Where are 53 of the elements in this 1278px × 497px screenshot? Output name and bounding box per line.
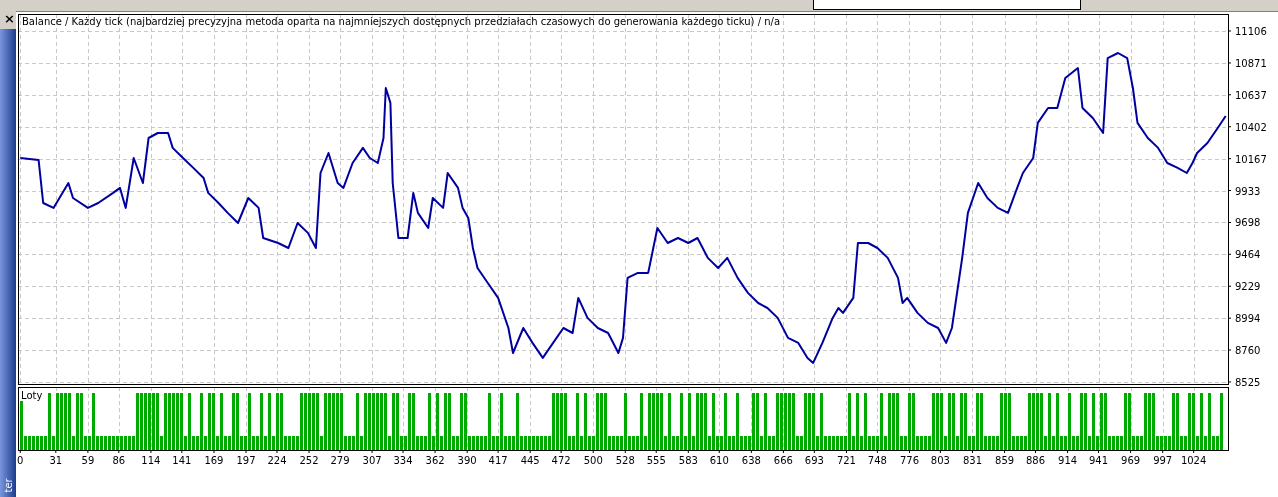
y-axis-label: 9464	[1235, 249, 1261, 261]
y-axis-label: 10871	[1235, 57, 1267, 69]
x-axis-label: 666	[773, 455, 793, 466]
lots-title: Loty	[21, 390, 43, 401]
y-axis-label: 10637	[1235, 89, 1267, 101]
x-axis-label: 500	[583, 455, 603, 466]
x-axis-label: 831	[962, 455, 983, 466]
x-axis-label: 114	[141, 455, 161, 466]
x-axis-label: 362	[425, 455, 445, 466]
y-axis-label: 9698	[1235, 217, 1261, 229]
x-axis-label: 141	[172, 455, 192, 466]
x-axis-label: 721	[836, 455, 856, 466]
x-axis-label: 528	[615, 455, 635, 466]
x-axis-label: 555	[646, 455, 666, 466]
y-axis-label: 8525	[1235, 376, 1261, 388]
x-axis-label: 307	[362, 455, 382, 466]
y-axis-label: 10167	[1235, 153, 1267, 165]
x-axis-label: 610	[709, 455, 729, 466]
x-axis-label: 776	[899, 455, 919, 466]
x-axis-label: 334	[393, 455, 413, 466]
x-axis-label: 969	[1121, 455, 1141, 466]
x-axis-label: 583	[678, 455, 698, 466]
y-axis-label: 8994	[1235, 313, 1261, 325]
x-axis-label: 252	[299, 455, 319, 466]
y-axis-label: 9933	[1235, 185, 1261, 197]
x-axis-label: 224	[267, 455, 287, 466]
x-axis-label: 941	[1088, 455, 1109, 466]
x-axis-label: 197	[236, 455, 256, 466]
x-axis-label: 638	[741, 455, 761, 466]
y-axis-label: 10402	[1235, 121, 1267, 133]
x-axis-label: 31	[49, 455, 63, 466]
x-axis-label: 472	[551, 455, 571, 466]
chart-title: Balance / Każdy tick (najbardziej precyzyjna metoda oparta na najmniejszych dostępnych przedziałach czasowych do generowania każdego ticku) / n/a	[22, 16, 781, 27]
x-axis-label: 859	[995, 455, 1015, 466]
x-axis-label: 0	[17, 455, 24, 466]
y-axis-label: 9229	[1235, 281, 1261, 293]
x-axis-label: 914	[1058, 455, 1078, 466]
x-axis-label: 445	[520, 455, 540, 466]
x-axis-label: 997	[1153, 455, 1173, 466]
x-axis-label: 59	[81, 455, 95, 466]
side-panel-label: ter	[1, 478, 15, 493]
x-axis-label: 86	[112, 455, 126, 466]
x-axis-label: 417	[488, 455, 508, 466]
x-axis-label: 390	[457, 455, 477, 466]
x-axis-label: 886	[1025, 455, 1046, 466]
x-axis-label: 279	[330, 455, 350, 466]
x-axis-label: 803	[930, 455, 950, 466]
x-axis-label: 1024	[1180, 455, 1207, 466]
x-axis-label: 169	[204, 455, 224, 466]
y-axis-label: 8760	[1235, 345, 1261, 356]
x-axis-label: 693	[804, 455, 824, 466]
x-axis-label: 748	[867, 455, 887, 466]
y-axis-label: 11106	[1235, 26, 1267, 37]
